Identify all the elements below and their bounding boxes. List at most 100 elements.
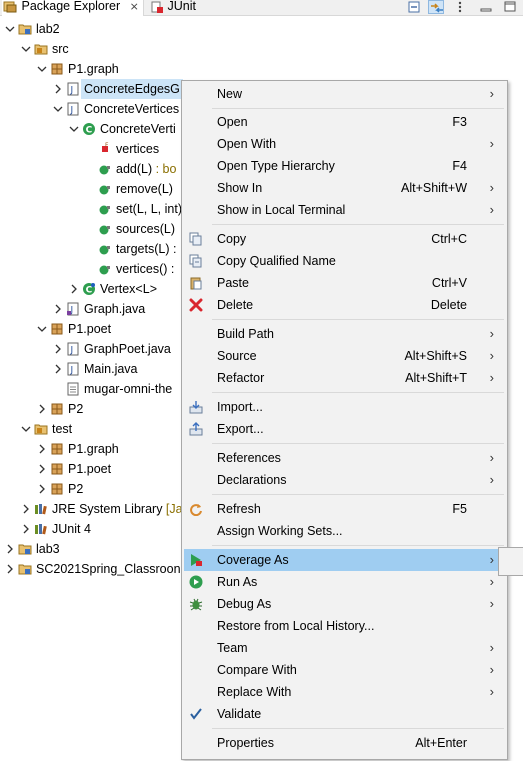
chevron-down-icon[interactable]: [52, 99, 64, 119]
menu-item-copy[interactable]: Copy Ctrl+C: [184, 228, 505, 250]
debug-bug-icon: [189, 598, 203, 611]
menu-separator: [212, 443, 504, 444]
chevron-right-icon[interactable]: [20, 499, 32, 519]
menu-item-new[interactable]: New ›: [184, 83, 505, 105]
package-icon: [51, 483, 63, 495]
menu-item-references[interactable]: References ›: [184, 447, 505, 469]
view-menu-button[interactable]: [452, 0, 468, 14]
chevron-down-icon[interactable]: [20, 39, 32, 59]
menu-item-replace-with[interactable]: Replace With ›: [184, 681, 505, 703]
chevron-down-icon[interactable]: [36, 59, 48, 79]
chevron-right-icon[interactable]: [20, 519, 32, 539]
more-options-icon: [458, 1, 462, 13]
menu-item-open-type-hierarchy[interactable]: Open Type Hierarchy F4: [184, 155, 505, 177]
menu-item-declarations[interactable]: Declarations ›: [184, 469, 505, 491]
tree-label-sources-method: sources(L): [116, 222, 176, 236]
maximize-view-button[interactable]: [502, 0, 518, 14]
chevron-down-icon[interactable]: [68, 119, 80, 139]
refresh-icon: [190, 504, 202, 516]
library-icon: [35, 524, 47, 535]
view-tab-bar: Package Explorer ⨯ JUnit: [0, 0, 523, 16]
export-icon: [189, 422, 203, 436]
copy-icon: [189, 232, 202, 246]
menu-item-run-as[interactable]: Run As ›: [184, 571, 505, 593]
menu-item-show-in[interactable]: Show In Alt+Shift+W ›: [184, 177, 505, 199]
chevron-right-icon[interactable]: [4, 539, 16, 559]
menu-item-build-path[interactable]: Build Path ›: [184, 323, 505, 345]
chevron-right-icon[interactable]: [36, 459, 48, 479]
private-field-icon: F: [102, 142, 109, 152]
package-icon: [51, 63, 63, 75]
menu-separator: [212, 224, 504, 225]
menu-item-open-with[interactable]: Open With ›: [184, 133, 505, 155]
menu-item-import[interactable]: Import...: [184, 396, 505, 418]
menu-item-debug-as[interactable]: Debug As ›: [184, 593, 505, 615]
tab-junit[interactable]: JUnit: [150, 0, 196, 15]
tree-label-src: src: [52, 42, 69, 56]
paste-icon: [190, 277, 202, 290]
submenu-arrow-icon: ›: [489, 370, 494, 385]
java-project-icon: [18, 544, 32, 555]
chevron-down-icon[interactable]: [4, 19, 16, 39]
chevron-right-icon[interactable]: [52, 299, 64, 319]
menu-item-open[interactable]: Open F3: [184, 111, 505, 133]
chevron-right-icon[interactable]: [52, 339, 64, 359]
source-folder-icon: [34, 44, 48, 55]
chevron-right-icon[interactable]: [52, 79, 64, 99]
menu-item-coverage-as[interactable]: Coverage As ›: [184, 549, 505, 571]
coverage-icon: [191, 554, 202, 566]
menu-item-compare-with[interactable]: Compare With ›: [184, 659, 505, 681]
menu-item-team[interactable]: Team ›: [184, 637, 505, 659]
tree-label-test: test: [52, 422, 73, 436]
submenu-arrow-icon: ›: [489, 450, 494, 465]
chevron-right-icon[interactable]: [52, 359, 64, 379]
menu-item-paste[interactable]: Paste Ctrl+V: [184, 272, 505, 294]
menu-item-show-in-local-terminal[interactable]: Show in Local Terminal ›: [184, 199, 505, 221]
import-icon: [189, 401, 203, 414]
source-folder-icon: [34, 424, 48, 435]
menu-item-restore-local-history[interactable]: Restore from Local History...: [184, 615, 505, 637]
submenu-arrow-icon: ›: [489, 552, 494, 567]
chevron-down-icon[interactable]: [20, 419, 32, 439]
chevron-right-icon[interactable]: [68, 279, 80, 299]
tree-label-targets-method: targets(L) :: [116, 242, 177, 256]
chevron-right-icon[interactable]: [36, 399, 48, 419]
close-tab-icon[interactable]: ⨯: [130, 1, 139, 13]
java-project-icon: [18, 564, 32, 575]
tab-package-explorer[interactable]: Package Explorer ⨯: [2, 0, 144, 16]
menu-item-validate[interactable]: Validate: [184, 703, 505, 725]
menu-item-export[interactable]: Export...: [184, 418, 505, 440]
tree-label-lab2: lab2: [36, 22, 60, 36]
java-file-icon: J: [67, 82, 79, 96]
menu-item-copy-qualified-name[interactable]: Copy Qualified Name: [184, 250, 505, 272]
menu-item-source[interactable]: Source Alt+Shift+S ›: [184, 345, 505, 367]
link-with-editor-icon: [431, 3, 443, 13]
tree-label-add-method: add(L) : bo: [116, 162, 177, 176]
menu-item-delete[interactable]: Delete Delete: [184, 294, 505, 316]
menu-item-assign-working-sets[interactable]: Assign Working Sets...: [184, 520, 505, 542]
tree-label-concrete-edges: ConcreteEdgesG: [81, 79, 183, 99]
maximize-icon: [504, 1, 516, 12]
collapse-all-button[interactable]: [406, 0, 422, 14]
minimize-icon: [480, 8, 492, 12]
minimize-view-button[interactable]: [478, 0, 494, 14]
tree-label-concrete-vertices: ConcreteVertices: [84, 102, 180, 116]
submenu-arrow-icon: ›: [489, 136, 494, 151]
submenu-arrow-icon: ›: [489, 640, 494, 655]
tree-label-set-method: set(L, L, int): [116, 202, 182, 216]
menu-item-refactor[interactable]: Refactor Alt+Shift+T ›: [184, 367, 505, 389]
checkmark-icon: [190, 708, 202, 720]
java-file-icon: J: [67, 342, 79, 356]
menu-item-properties[interactable]: Properties Alt+Enter: [184, 732, 505, 754]
chevron-right-icon[interactable]: [4, 559, 16, 579]
chevron-right-icon[interactable]: [36, 479, 48, 499]
tree-label-test-p1-graph: P1.graph: [68, 442, 119, 456]
chevron-down-icon[interactable]: [36, 319, 48, 339]
submenu-arrow-icon: ›: [489, 574, 494, 589]
menu-item-refresh[interactable]: Refresh F5: [184, 498, 505, 520]
link-with-editor-button[interactable]: [428, 0, 444, 14]
chevron-right-icon[interactable]: [36, 439, 48, 459]
coverage-submenu[interactable]: [498, 547, 523, 576]
tree-label-p1-poet: P1.poet: [68, 322, 112, 336]
tree-label-main-java: Main.java: [84, 362, 138, 376]
